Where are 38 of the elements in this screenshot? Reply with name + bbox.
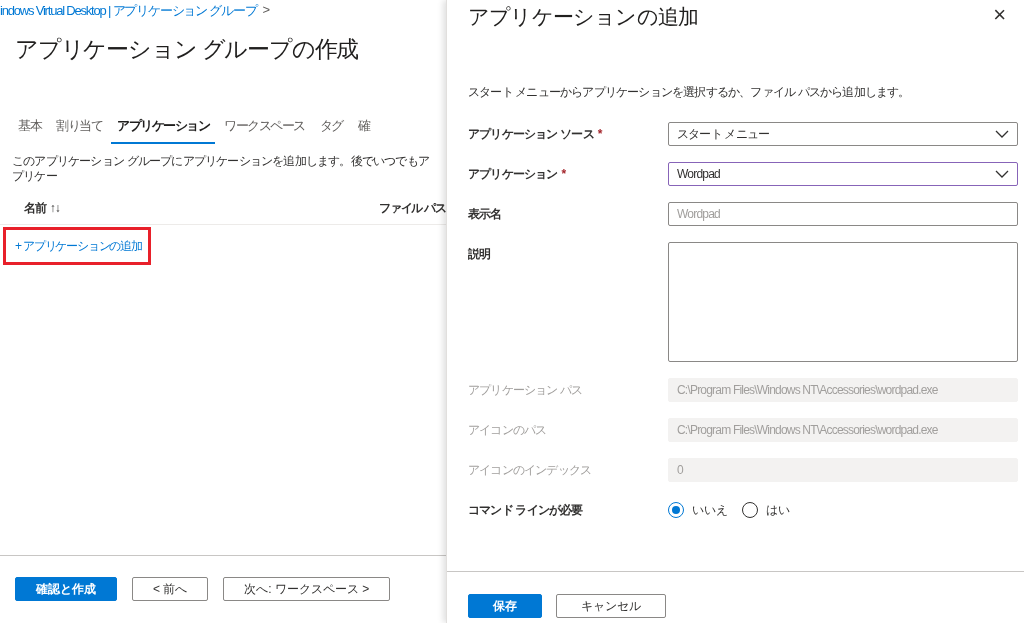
dropdown[interactable]: Wordpad — [668, 162, 1018, 186]
dropdown[interactable]: スタート メニュー — [668, 122, 1018, 146]
nav-button[interactable]: < 前へ — [132, 577, 209, 601]
column-header[interactable]: ファイル パス — [379, 200, 446, 217]
review-create-button[interactable]: 確認と作成 — [15, 577, 117, 601]
field-label: アプリケーション — [468, 167, 558, 181]
tab[interactable]: 割り当て — [50, 113, 108, 144]
save-button[interactable]: 保存 — [468, 594, 542, 618]
breadcrumb-separator: > — [262, 2, 269, 19]
page-title: アプリケーション グループの作成 — [15, 35, 360, 64]
close-button[interactable]: × — [989, 4, 1010, 26]
field-label: アプリケーション ソース — [468, 127, 594, 141]
nav-button[interactable]: 次へ: ワークスペース > — [223, 577, 391, 601]
radio-option[interactable]: はい — [742, 501, 790, 519]
tab[interactable]: ワークスペース — [218, 113, 311, 144]
field-label: アプリケーション パス — [468, 383, 583, 397]
tab[interactable]: タグ — [313, 113, 349, 144]
field-label: アイコンのインデックス — [468, 463, 592, 477]
field-label: コマンド ラインが必要 — [468, 503, 583, 517]
chevron-down-icon — [995, 130, 1009, 138]
field-label: 説明 — [468, 247, 491, 261]
field-label: 表示名 — [468, 207, 502, 221]
description-text: このアプリケーション グループにアプリケーションを追加します。後でいつでもアプリケー — [12, 154, 430, 184]
tab[interactable]: アプリケーション — [111, 113, 215, 144]
column-header[interactable]: 名前 ↑↓ — [24, 200, 60, 217]
breadcrumb-link[interactable]: indows Virtual Desktop | アプリケーション グループ — [0, 2, 257, 20]
cancel-button[interactable]: キャンセル — [556, 594, 666, 618]
chevron-down-icon — [995, 170, 1009, 178]
add-application-link[interactable]: + アプリケーションの追加 — [15, 237, 142, 255]
required-mark: * — [561, 167, 566, 181]
field-label: アイコンのパス — [468, 423, 547, 437]
description-field[interactable] — [668, 242, 1018, 362]
tab[interactable]: 基本 — [12, 113, 47, 144]
radio-option[interactable]: いいえ — [668, 501, 728, 519]
required-mark: * — [597, 127, 602, 141]
tab[interactable]: 確 — [351, 113, 375, 144]
panel-description: スタート メニューからアプリケーションを選択するか、ファイル パスから追加します。 — [468, 85, 911, 100]
panel-title: アプリケーションの追加 — [468, 4, 699, 30]
